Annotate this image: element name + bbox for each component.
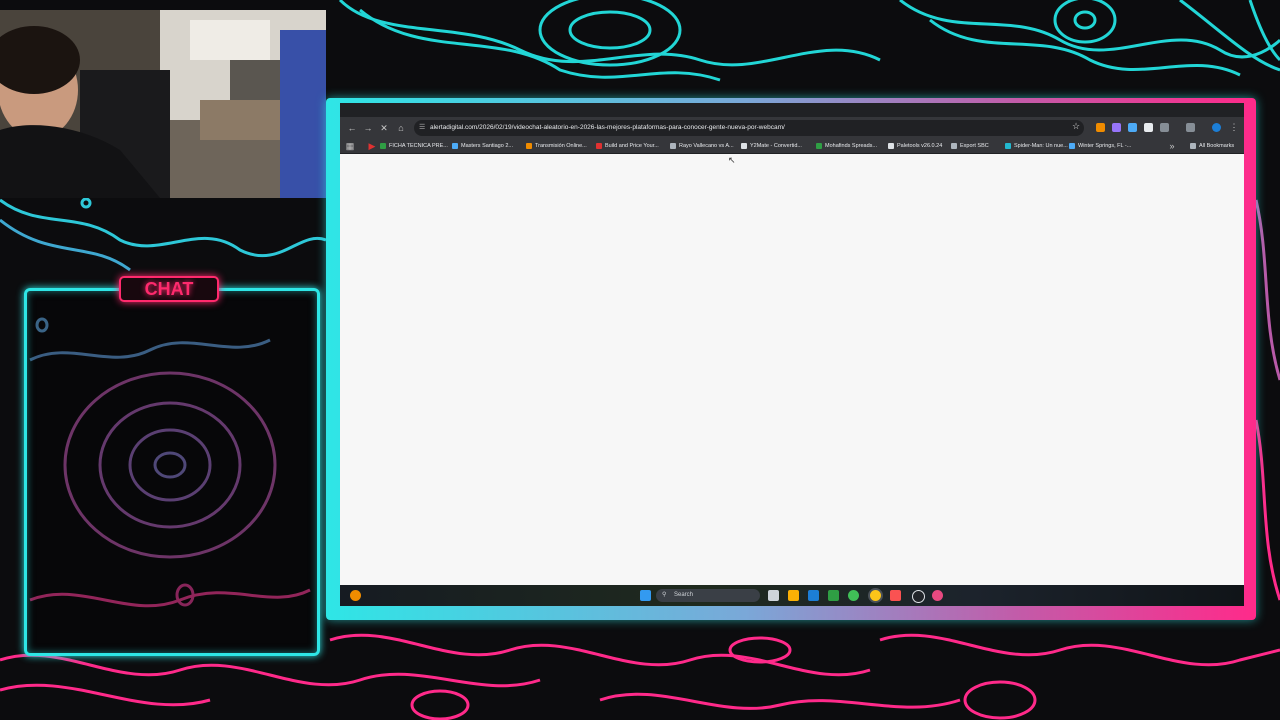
xbox-icon[interactable] [828, 590, 839, 601]
bookmark-item[interactable]: Spider-Man: Un nue... [1005, 140, 1068, 152]
bookmark-favicon-icon [888, 142, 894, 149]
chat-title: CHAT [119, 276, 219, 302]
extension-icon[interactable] [1112, 123, 1121, 132]
bookmark-label: Paletools v26.0.24 [897, 143, 943, 149]
windows-taskbar: ⚲ Search [340, 585, 1244, 606]
file-explorer-icon[interactable] [788, 590, 799, 601]
bookmarks-bar: ▦ ▶ FICHA TECNICA PRE... Masters Santiago… [340, 139, 1244, 154]
stop-loading-icon[interactable]: ✕ [378, 122, 390, 134]
bookmark-item[interactable]: Export SBC [951, 140, 989, 152]
bookmark-favicon-icon [526, 142, 532, 149]
bookmark-item[interactable]: Paletools v26.0.24 [888, 140, 942, 152]
extension-icon[interactable] [1128, 123, 1137, 132]
bookmark-item[interactable]: Transmisión Online... [526, 140, 587, 152]
url-text: alertadigital.com/2026/02/19/videochat-a… [430, 124, 785, 131]
store-icon[interactable] [808, 590, 819, 601]
bookmark-item[interactable]: Masters Santiago 2... [452, 140, 513, 152]
chat-panel [24, 288, 320, 656]
webcam-feed [0, 10, 326, 198]
site-info-icon[interactable]: ☰ [419, 123, 425, 132]
bookmark-item[interactable]: FICHA TECNICA PRE... [380, 140, 448, 152]
all-bookmarks-folder[interactable]: All Bookmarks [1190, 140, 1234, 152]
bookmark-favicon-icon [951, 142, 957, 149]
apps-grid-icon[interactable]: ▦ [344, 140, 356, 152]
bookmark-favicon-icon [816, 142, 822, 149]
profile-avatar[interactable] [1212, 123, 1221, 132]
spotify-icon[interactable] [848, 590, 859, 601]
app-icon[interactable] [932, 590, 943, 601]
bookmark-label: Rayo Vallecano vs A... [679, 143, 734, 149]
bookmark-favicon-icon [1069, 142, 1075, 149]
browser-tab-strip[interactable] [340, 103, 1244, 117]
bookmark-label: FICHA TECNICA PRE... [389, 143, 448, 149]
task-view-icon[interactable] [768, 590, 779, 601]
extensions-puzzle-icon[interactable] [1160, 123, 1169, 132]
home-icon[interactable]: ⌂ [395, 122, 407, 134]
bookmark-label: Spider-Man: Un nue... [1014, 143, 1068, 149]
bookmark-label: Winter Springs, FL -... [1078, 143, 1132, 149]
bookmark-label: Y2Mate - Convertid... [750, 143, 802, 149]
bookmark-favicon-icon [741, 142, 747, 149]
bookmark-star-icon[interactable]: ☆ [1070, 120, 1082, 132]
obs-icon[interactable] [912, 590, 925, 603]
forward-arrow-icon[interactable]: → [362, 122, 374, 134]
side-panel-icon[interactable] [1186, 123, 1195, 132]
folder-icon [1190, 142, 1196, 149]
bookmark-item[interactable]: Rayo Vallecano vs A... [670, 140, 734, 152]
bookmark-favicon-icon [380, 142, 386, 149]
chrome-icon[interactable] [870, 590, 881, 601]
page-content-loading [340, 154, 1244, 585]
search-placeholder: Search [674, 592, 694, 598]
bookmark-label: Masters Santiago 2... [461, 143, 513, 149]
bookmark-item[interactable]: Y2Mate - Convertid... [741, 140, 802, 152]
bookmark-item[interactable]: Winter Springs, FL -... [1069, 140, 1131, 152]
bookmark-label: Transmisión Online... [535, 143, 587, 149]
bookmark-label: Build and Price Your... [605, 143, 659, 149]
bookmark-favicon-icon [452, 142, 458, 149]
extension-icon[interactable] [1096, 123, 1105, 132]
address-bar[interactable]: ☰ alertadigital.com/2026/02/19/videochat… [414, 120, 1084, 136]
weather-widget-icon[interactable] [350, 590, 361, 601]
taskbar-search-box[interactable]: ⚲ Search [656, 589, 760, 602]
bookmark-favicon-icon [596, 142, 602, 149]
start-button-windows-icon[interactable] [640, 590, 651, 601]
bookmark-item[interactable]: Mohafinds Spreads... [816, 140, 877, 152]
mouse-cursor-icon: ↖ [728, 155, 736, 165]
more-menu-icon[interactable]: ⋮ [1228, 121, 1240, 133]
search-icon: ⚲ [662, 592, 667, 598]
bookmark-favicon-icon [670, 142, 676, 149]
screen-capture: ← → ✕ ⌂ ☰ alertadigital.com/2026/02/19/v… [340, 103, 1244, 606]
extension-icon[interactable] [1144, 123, 1153, 132]
back-arrow-icon[interactable]: ← [346, 122, 358, 134]
bookmark-label: Mohafinds Spreads... [825, 143, 877, 149]
browser-toolbar: ← → ✕ ⌂ ☰ alertadigital.com/2026/02/19/v… [340, 117, 1244, 139]
youtube-icon[interactable]: ▶ [366, 140, 378, 152]
brave-icon[interactable] [890, 590, 901, 601]
bookmark-label: Export SBC [960, 143, 989, 149]
bookmark-favicon-icon [1005, 142, 1011, 149]
bookmark-item[interactable]: Build and Price Your... [596, 140, 659, 152]
more-bookmarks-chevron-icon[interactable]: » [1166, 140, 1178, 152]
